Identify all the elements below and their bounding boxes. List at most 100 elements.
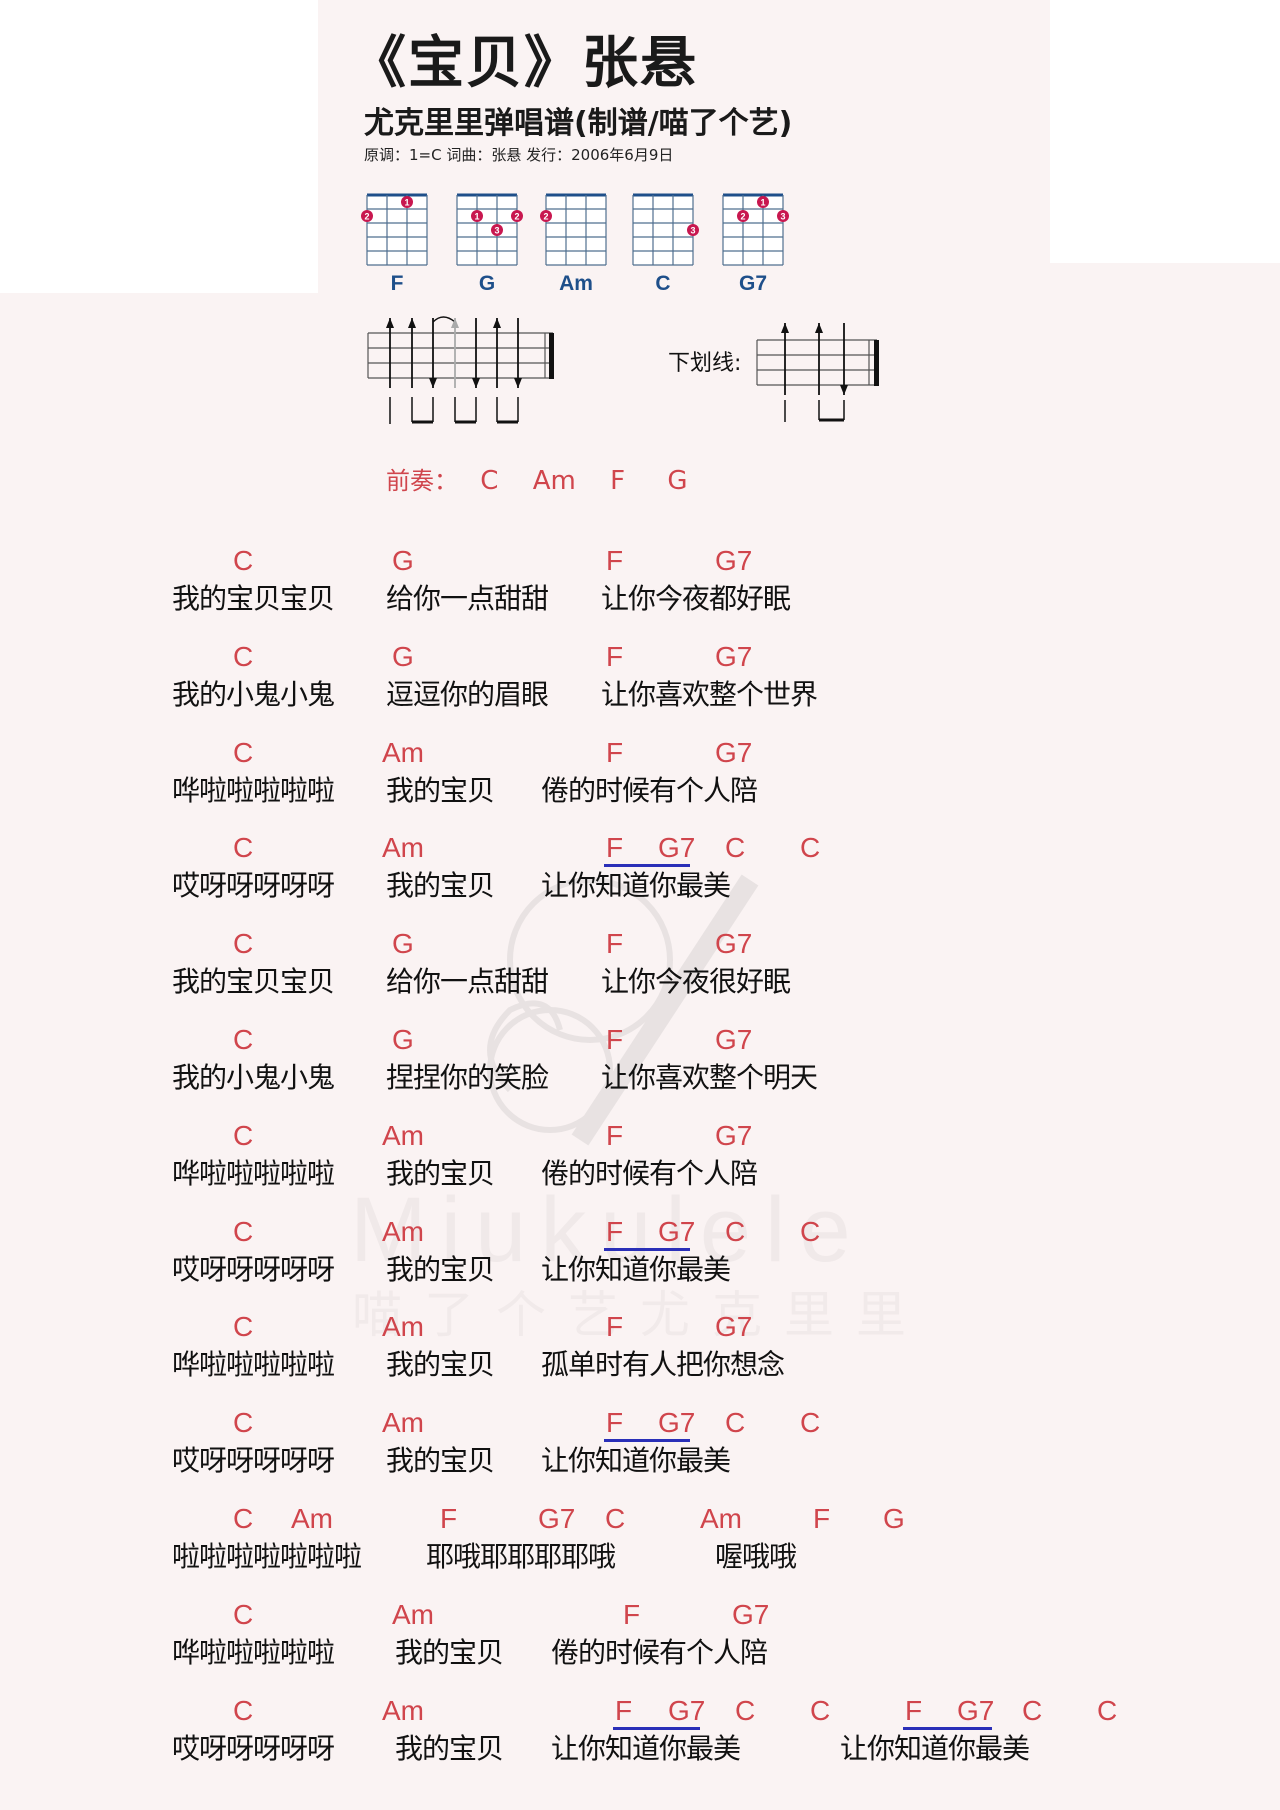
lyric-phrase: 哎呀呀呀呀呀 bbox=[172, 1444, 335, 1478]
finger-dot: 1 bbox=[471, 210, 483, 222]
lyric-phrase: 我的小鬼小鬼 bbox=[172, 1061, 335, 1094]
lyric-line: C G F G7 我的小鬼小鬼 捏捏你的笑脸 让你喜欢整个明天 bbox=[0, 1024, 1280, 1114]
chord-symbol: Am bbox=[382, 736, 424, 768]
chord-symbol: C bbox=[725, 1407, 746, 1439]
lyric-line: C Am F G7 C C 哎呀呀呀呀呀 我的宝贝 让你知道你最美 bbox=[0, 1216, 1280, 1306]
chord-symbol: G7 bbox=[715, 1311, 753, 1343]
chord-diagram: 1 3 2 G bbox=[452, 190, 523, 296]
up-arrow-head bbox=[781, 323, 789, 333]
lyric-phrase: 让你知道你最美 bbox=[551, 1731, 741, 1765]
lyric-phrase: 我的宝贝 bbox=[386, 869, 495, 903]
sheet-subtitle: 尤克里里弹唱谱(制谱/喵了个艺) bbox=[364, 106, 793, 141]
chord-symbol: F bbox=[606, 1119, 624, 1151]
strum-pattern-main bbox=[367, 316, 554, 424]
chord-symbol: Am bbox=[382, 1215, 424, 1247]
chord-symbol: F bbox=[606, 640, 624, 672]
chord-symbol: G bbox=[883, 1503, 905, 1534]
intro-chord: F bbox=[610, 466, 626, 496]
intro-chord: Am bbox=[532, 466, 576, 496]
chord-symbol: C bbox=[735, 1694, 756, 1726]
lyric-phrase: 耶哦耶耶耶耶哦 bbox=[426, 1540, 616, 1573]
svg-text:1: 1 bbox=[474, 212, 479, 222]
lyric-phrase: 让你今夜都好眠 bbox=[601, 582, 791, 615]
lyric-phrase: 让你喜欢整个世界 bbox=[601, 677, 818, 711]
down-arrow-head bbox=[840, 385, 848, 395]
up-arrow-head bbox=[815, 323, 823, 333]
finger-dot: 3 bbox=[491, 224, 503, 236]
up-arrow-head bbox=[386, 318, 394, 328]
svg-text:2: 2 bbox=[543, 212, 548, 222]
end-bar bbox=[874, 340, 879, 386]
chord-symbol: G7 bbox=[658, 1407, 696, 1439]
chord-symbol: G bbox=[392, 928, 414, 960]
svg-text:1: 1 bbox=[760, 198, 765, 208]
chord-symbol: C bbox=[1022, 1694, 1043, 1726]
fretboard-grid: 2 1 3 bbox=[722, 193, 789, 266]
chord-symbol: C bbox=[233, 1598, 254, 1630]
up-arrow-head bbox=[493, 318, 501, 328]
chord-symbol: C bbox=[233, 1119, 254, 1151]
chord-symbol: C bbox=[233, 1024, 254, 1055]
chord-symbol: C bbox=[1097, 1694, 1118, 1726]
chord-symbol: F bbox=[440, 1503, 458, 1534]
chord-diagram: 2 Am bbox=[540, 190, 611, 296]
down-arrow-head bbox=[472, 378, 480, 388]
chord-symbol: C bbox=[810, 1694, 831, 1726]
lyric-line: C Am F G7 哗啦啦啦啦啦 我的宝贝 倦的时候有个人陪 bbox=[0, 1599, 1280, 1689]
fretboard-grid: 2 bbox=[540, 193, 607, 266]
lyric-phrase: 倦的时候有个人陪 bbox=[551, 1635, 768, 1669]
chord-diagram: 2 1 3 G7 bbox=[718, 190, 789, 296]
finger-dot: 2 bbox=[511, 210, 523, 222]
lyric-phrase: 哎呀呀呀呀呀 bbox=[172, 869, 335, 903]
chord-symbol: F bbox=[623, 1598, 641, 1630]
chord-symbol: Am bbox=[392, 1598, 434, 1630]
chord-symbol: G7 bbox=[732, 1598, 770, 1630]
chord-symbol: F bbox=[615, 1694, 633, 1726]
chord-symbol: C bbox=[800, 1407, 821, 1439]
lyric-phrase: 啦啦啦啦啦啦啦 bbox=[172, 1540, 362, 1573]
svg-text:2: 2 bbox=[514, 212, 519, 222]
chord-diagram-label: G7 bbox=[738, 272, 767, 295]
lyric-phrase: 哎呀呀呀呀呀 bbox=[172, 1731, 335, 1765]
lyric-line: C Am F G7 哗啦啦啦啦啦 我的宝贝 倦的时候有个人陪 bbox=[0, 1120, 1280, 1210]
chord-symbol: G7 bbox=[715, 1119, 753, 1151]
lyric-line: C Am F G7 C C 哎呀呀呀呀呀 我的宝贝 让你知道你最美 bbox=[0, 832, 1280, 922]
lyric-line: C G F G7 我的宝贝宝贝 给你一点甜甜 让你今夜很好眠 bbox=[0, 928, 1280, 1018]
chord-symbol: G7 bbox=[668, 1694, 706, 1726]
chord-symbol: C bbox=[233, 1311, 254, 1343]
intro-chord: C bbox=[480, 466, 499, 496]
chord-symbol: F bbox=[606, 1215, 624, 1247]
intro-line: 前奏： C Am F G bbox=[386, 461, 687, 496]
lyric-phrase: 捏捏你的笑脸 bbox=[386, 1061, 549, 1094]
rhythm-beams bbox=[389, 397, 519, 424]
finger-dot: 3 bbox=[687, 224, 699, 236]
chord-symbol: G7 bbox=[715, 736, 753, 768]
strum-pattern-underline bbox=[756, 323, 879, 422]
down-arrow-head bbox=[429, 378, 437, 388]
chord-symbol: C bbox=[233, 928, 254, 960]
song-meta: 原调：1=C 词曲：张悬 发行：2006年6月9日 bbox=[364, 146, 674, 164]
fretboard-grid: 21 bbox=[361, 193, 428, 266]
tab-staff bbox=[367, 332, 553, 379]
finger-dot: 3 bbox=[777, 210, 789, 222]
chord-symbol: G bbox=[392, 1024, 414, 1055]
page-margin-white-left bbox=[0, 0, 318, 293]
lyric-line: C Am F G7 哗啦啦啦啦啦 我的宝贝 孤单时有人把你想念 bbox=[0, 1311, 1280, 1401]
lyric-phrase: 让你知道你最美 bbox=[541, 1444, 731, 1478]
chord-symbol: F bbox=[606, 832, 624, 864]
lyric-line: C G F G7 我的小鬼小鬼 逗逗你的眉眼 让你喜欢整个世界 bbox=[0, 641, 1280, 731]
chord-symbol: Am bbox=[291, 1503, 333, 1534]
lyric-phrase: 哗啦啦啦啦啦 bbox=[172, 1635, 335, 1669]
end-bar bbox=[549, 333, 554, 379]
lyric-phrase: 给你一点甜甜 bbox=[386, 582, 549, 615]
lyric-phrase: 哗啦啦啦啦啦 bbox=[172, 773, 335, 807]
chord-symbol: C bbox=[800, 1215, 821, 1247]
chord-symbol: F bbox=[606, 1024, 624, 1055]
chord-symbol: C bbox=[233, 545, 254, 576]
lyric-phrase: 喔哦哦 bbox=[715, 1540, 797, 1573]
lyric-line: C Am F G7 哗啦啦啦啦啦 我的宝贝 倦的时候有个人陪 bbox=[0, 737, 1280, 827]
down-arrow-head bbox=[514, 378, 522, 388]
chord-symbol: C bbox=[800, 832, 821, 864]
svg-text:2: 2 bbox=[364, 212, 369, 222]
svg-text:3: 3 bbox=[780, 212, 785, 222]
